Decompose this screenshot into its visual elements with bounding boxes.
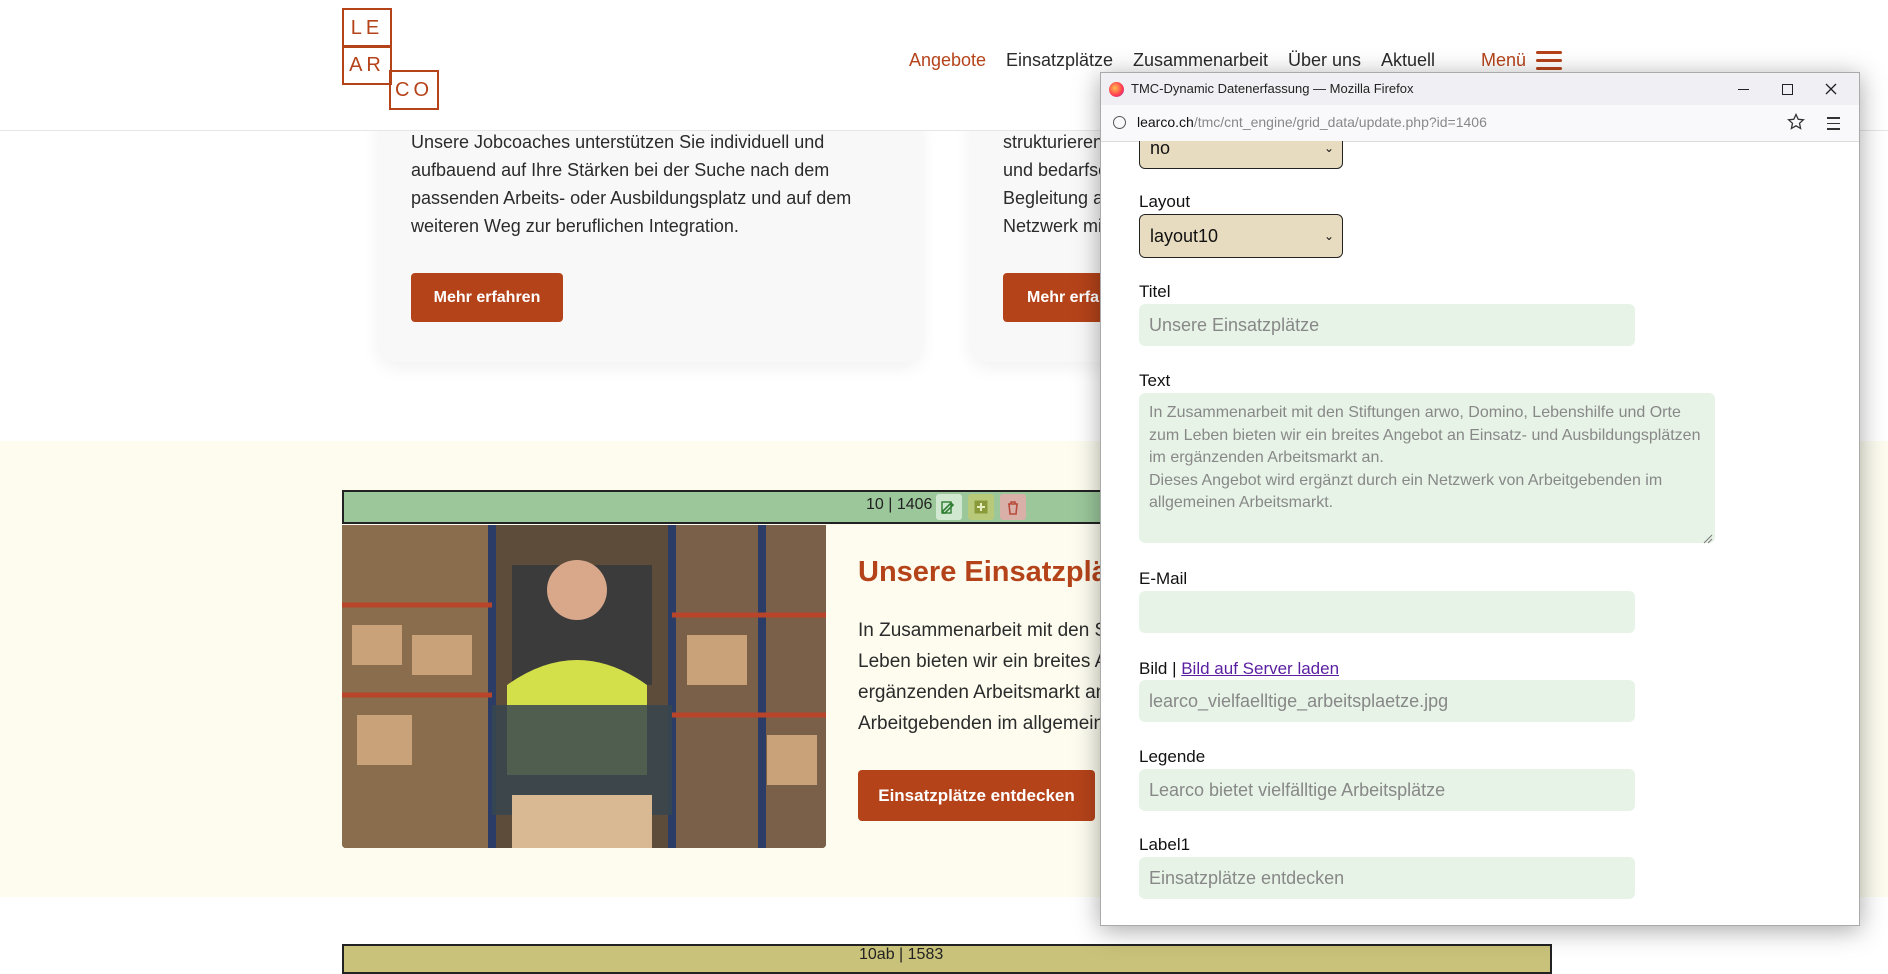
section-text-line: Leben bieten wir ein breites A bbox=[858, 651, 1108, 672]
nav-einsatzplaetze[interactable]: Einsatzplätze bbox=[1006, 50, 1113, 71]
logo-box-co: CO bbox=[389, 70, 439, 110]
titel-label: Titel bbox=[1139, 282, 1171, 301]
bild-input[interactable]: learco_vielfaelltige_arbeitsplaetze.jpg bbox=[1139, 680, 1635, 722]
close-icon[interactable] bbox=[1821, 79, 1841, 99]
top-select-value: no bbox=[1150, 141, 1171, 158]
minimize-icon[interactable] bbox=[1733, 79, 1753, 99]
card-text: Unsere Jobcoaches unterstützen Sie indiv… bbox=[411, 128, 911, 240]
text-textarea[interactable]: In Zusammenarbeit mit den Stiftungen arw… bbox=[1139, 393, 1715, 543]
layout-label: Layout bbox=[1139, 192, 1191, 211]
legende-input[interactable]: Learco bietet vielfälltige Arbeitsplätze bbox=[1139, 769, 1635, 811]
maximize-icon[interactable] bbox=[1777, 79, 1797, 99]
card-text-line: passenden Arbeits- oder Ausbildungsplatz… bbox=[411, 188, 852, 208]
card-text-line: weiteren Weg zur beruflichen Integration… bbox=[411, 216, 739, 236]
titel-input[interactable]: Unsere Einsatzplätze bbox=[1139, 304, 1635, 346]
email-label: E-Mail bbox=[1139, 569, 1188, 588]
url-domain: learco.ch bbox=[1137, 114, 1194, 130]
card-text-line: strukturieren bbox=[1003, 132, 1104, 152]
button-label: Mehr erfa bbox=[1027, 288, 1100, 306]
form-content: no ⌄ Layout layout10 ⌄ Titel Unsere Eins… bbox=[1101, 141, 1859, 925]
layout-select[interactable]: layout10 ⌄ bbox=[1139, 214, 1343, 258]
card-text-line: aufbauend auf Ihre Stärken bei der Suche… bbox=[411, 160, 830, 180]
layout-select-value: layout10 bbox=[1150, 225, 1219, 246]
section-text-line: ergänzenden Arbeitsmarkt an bbox=[858, 682, 1107, 703]
card-jobcoaching: Unsere Jobcoaches unterstützen Sie indiv… bbox=[378, 110, 922, 362]
logo[interactable]: LE AR CO bbox=[342, 8, 446, 110]
email-input[interactable] bbox=[1139, 591, 1635, 633]
bookmark-star-icon[interactable] bbox=[1787, 112, 1805, 136]
top-select[interactable]: no ⌄ bbox=[1139, 141, 1343, 169]
chevron-down-icon: ⌄ bbox=[1323, 141, 1334, 155]
menu-button[interactable]: Menü bbox=[1481, 50, 1563, 71]
logo-letters-ar: AR bbox=[349, 53, 385, 76]
firefox-icon bbox=[1109, 82, 1124, 97]
card-text-line: Unsere Jobcoaches unterstützen Sie indiv… bbox=[411, 132, 825, 152]
window-title: TMC-Dynamic Datenerfassung — Mozilla Fir… bbox=[1131, 81, 1414, 96]
url-text[interactable]: learco.ch/tmc/cnt_engine/grid_data/updat… bbox=[1137, 114, 1487, 130]
text-label: Text bbox=[1139, 371, 1171, 390]
card-text-line: und bedarfso bbox=[1003, 160, 1109, 180]
add-icon[interactable] bbox=[968, 494, 994, 520]
logo-box-le: LE bbox=[342, 8, 392, 48]
window-titlebar: TMC-Dynamic Datenerfassung — Mozilla Fir… bbox=[1101, 73, 1859, 105]
nav-aktuell[interactable]: Aktuell bbox=[1381, 50, 1435, 71]
nav-angebote[interactable]: Angebote bbox=[909, 50, 986, 71]
admin-bar: 10 | 1406 bbox=[342, 490, 1102, 524]
app-menu-icon[interactable] bbox=[1827, 117, 1840, 130]
url-path: /tmc/cnt_engine/grid_data/update.php?id=… bbox=[1193, 114, 1487, 130]
bild-label-text: Bild | bbox=[1139, 659, 1182, 678]
card-text: strukturieren und bedarfso Begleitung a … bbox=[1003, 128, 1108, 240]
section-text-line: In Zusammenarbeit mit den S bbox=[858, 620, 1108, 641]
einsatzplaetze-entdecken-button[interactable]: Einsatzplätze entdecken bbox=[858, 770, 1095, 821]
card-text-line: Begleitung a bbox=[1003, 188, 1104, 208]
logo-box-ar: AR bbox=[342, 45, 392, 85]
mehr-erfahren-button[interactable]: Mehr erfahren bbox=[411, 273, 563, 322]
admin-id: 10 | 1406 bbox=[866, 496, 933, 513]
chevron-down-icon: ⌄ bbox=[1323, 229, 1334, 243]
legende-label: Legende bbox=[1139, 747, 1206, 766]
logo-letters-le: LE bbox=[350, 16, 384, 39]
edit-icon[interactable] bbox=[936, 494, 962, 520]
section-title: Unsere Einsatzplät bbox=[858, 556, 1118, 588]
logo-letters-co: CO bbox=[395, 78, 433, 101]
nav-ueber-uns[interactable]: Über uns bbox=[1288, 50, 1361, 71]
label1-input[interactable]: Einsatzplätze entdecken bbox=[1139, 857, 1635, 899]
delete-icon[interactable] bbox=[1000, 494, 1026, 520]
card-text-line: Netzwerk mi bbox=[1003, 216, 1103, 236]
label1-label: Label1 bbox=[1139, 835, 1191, 854]
section-text-line: Arbeitgebenden im allgemein bbox=[858, 713, 1105, 734]
resize-handle-icon[interactable] bbox=[1703, 531, 1713, 549]
firefox-popup-window: TMC-Dynamic Datenerfassung — Mozilla Fir… bbox=[1100, 72, 1860, 926]
nav-zusammenarbeit[interactable]: Zusammenarbeit bbox=[1133, 50, 1268, 71]
site-info-icon[interactable] bbox=[1113, 116, 1126, 129]
warehouse-photo bbox=[342, 525, 826, 848]
section-text: In Zusammenarbeit mit den S Leben bieten… bbox=[858, 615, 1107, 739]
url-bar[interactable]: learco.ch/tmc/cnt_engine/grid_data/updat… bbox=[1101, 105, 1859, 142]
admin-id-2: 10ab | 1583 bbox=[859, 946, 944, 963]
menu-label: Menü bbox=[1481, 50, 1527, 70]
admin-bar-2: 10ab | 1583 bbox=[342, 944, 1552, 974]
hamburger-icon bbox=[1536, 51, 1563, 70]
bild-upload-link[interactable]: Bild auf Server laden bbox=[1181, 659, 1339, 678]
bild-label: Bild | Bild auf Server laden bbox=[1139, 659, 1339, 679]
